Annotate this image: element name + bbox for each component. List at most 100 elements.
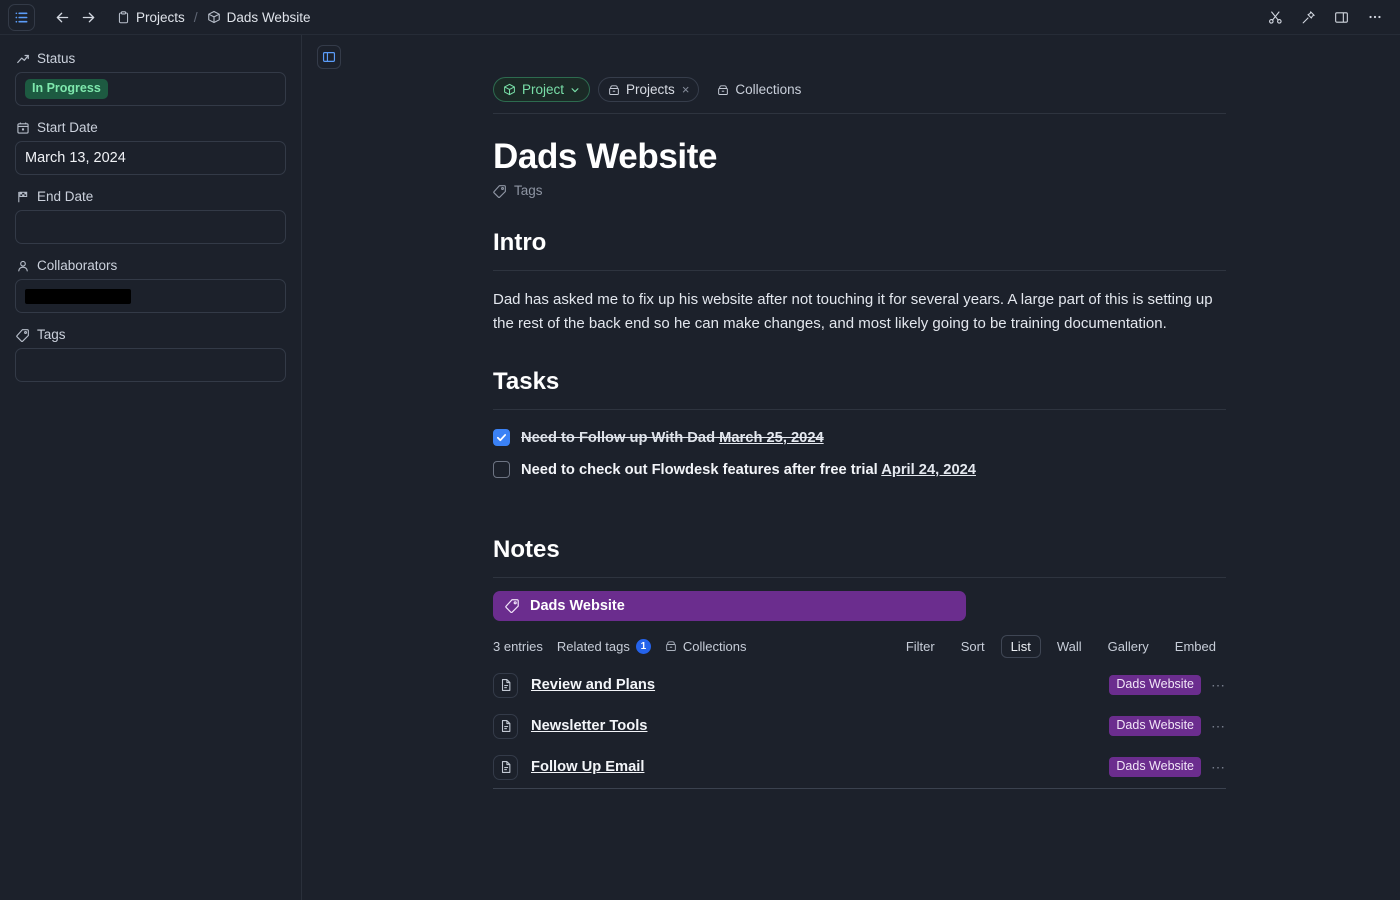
list-item-title[interactable]: Newsletter Tools	[531, 718, 647, 734]
task-item[interactable]: Need to check out Flowdesk features afte…	[493, 454, 1226, 486]
tag-icon	[493, 184, 507, 198]
document: Project Projects × Collections Dads Webs…	[493, 77, 1226, 789]
chip-projects[interactable]: Projects ×	[598, 77, 700, 102]
view-tab-embed[interactable]: Embed	[1165, 635, 1226, 658]
note-banner-label: Dads Website	[530, 597, 625, 614]
chevron-down-icon[interactable]	[570, 85, 580, 95]
task-date[interactable]: April 24, 2024	[881, 462, 976, 478]
collections-button[interactable]: Collections	[665, 638, 747, 654]
collaborators-input[interactable]	[15, 279, 286, 313]
list-item-title[interactable]: Review and Plans	[531, 677, 655, 693]
task-text: Need to check out Flowdesk features afte…	[521, 461, 878, 478]
archive-icon	[665, 640, 677, 652]
archive-icon	[608, 84, 620, 96]
task-date[interactable]: March 25, 2024	[719, 430, 824, 446]
task-list: Need to Follow up With Dad March 25, 202…	[493, 422, 1226, 486]
list-item[interactable]: Follow Up Email Dads Website ⋯	[493, 747, 1226, 788]
arrow-right-icon[interactable]	[75, 4, 101, 30]
view-tab-gallery[interactable]: Gallery	[1098, 635, 1159, 658]
close-icon[interactable]: ×	[682, 82, 690, 97]
section-heading-notes: Notes	[493, 536, 1226, 578]
list-item-title[interactable]: Follow Up Email	[531, 759, 644, 775]
section-heading-tasks: Tasks	[493, 368, 1226, 410]
related-tags-button[interactable]: Related tags 1	[556, 638, 651, 654]
more-horizontal-icon[interactable]: ⋯	[1211, 718, 1226, 735]
checkbox-checked[interactable]	[493, 429, 510, 447]
entry-list: Review and Plans Dads Website ⋯ Newslett…	[493, 665, 1226, 789]
view-tab-list[interactable]: List	[1000, 634, 1041, 658]
field-label: Tags	[15, 327, 286, 342]
field-start-date: Start Date March 13, 2024	[15, 120, 286, 175]
view-tab-wall[interactable]: Wall	[1047, 635, 1092, 658]
top-bar-actions	[1262, 4, 1388, 31]
checkbox-unchecked[interactable]	[493, 461, 510, 479]
pin-icon[interactable]	[1295, 4, 1322, 31]
list-item-tag[interactable]: Dads Website	[1109, 716, 1201, 736]
field-status: Status In Progress	[15, 51, 286, 106]
list-icon[interactable]	[8, 3, 35, 31]
list-item-tag[interactable]: Dads Website	[1109, 675, 1201, 695]
file-text-icon	[493, 672, 518, 698]
box-icon	[503, 83, 516, 96]
field-end-date: End Date	[15, 189, 286, 244]
user-icon	[16, 259, 30, 273]
clipboard-icon	[117, 10, 130, 24]
note-tag-banner[interactable]: Dads Website	[493, 590, 966, 621]
type-chips: Project Projects × Collections	[493, 77, 1226, 114]
field-label: Collaborators	[15, 258, 286, 273]
tag-icon	[505, 598, 520, 614]
task-label: Need to check out Flowdesk features afte…	[521, 462, 976, 478]
task-text: Need to Follow up With Dad	[521, 429, 716, 446]
list-item[interactable]: Review and Plans Dads Website ⋯	[493, 665, 1226, 706]
breadcrumb-item-dads-website[interactable]: Dads Website	[207, 9, 311, 25]
entry-count: 3 entries	[493, 638, 543, 654]
list-item-tag[interactable]: Dads Website	[1109, 757, 1201, 777]
task-item[interactable]: Need to Follow up With Dad March 25, 202…	[493, 422, 1226, 454]
field-label: Status	[15, 51, 286, 66]
panel-left-icon[interactable]	[317, 45, 341, 69]
archive-icon	[717, 84, 729, 96]
breadcrumb: Projects / Dads Website	[117, 9, 310, 25]
task-label: Need to Follow up With Dad March 25, 202…	[521, 430, 824, 446]
chip-project[interactable]: Project	[493, 77, 591, 102]
related-tags-label: Related tags	[556, 638, 630, 654]
tags-input[interactable]	[15, 348, 286, 382]
file-text-icon	[493, 754, 518, 780]
breadcrumb-item-projects[interactable]: Projects	[117, 10, 185, 25]
tags-label: Tags	[514, 183, 543, 198]
section-heading-intro: Intro	[493, 229, 1226, 271]
collections-label: Collections	[682, 638, 747, 654]
more-horizontal-icon[interactable]: ⋯	[1211, 759, 1226, 776]
chip-label: Projects	[626, 82, 675, 97]
status-badge[interactable]: In Progress	[25, 79, 108, 99]
list-toolbar: 3 entries Related tags 1 Collections Fil…	[493, 634, 1226, 658]
intro-paragraph[interactable]: Dad has asked me to fix up his website a…	[493, 288, 1226, 337]
chip-label: Project	[522, 82, 565, 97]
status-input[interactable]: In Progress	[15, 72, 286, 106]
more-horizontal-icon[interactable]: ⋯	[1211, 677, 1226, 694]
breadcrumb-label: Dads Website	[226, 9, 311, 25]
sort-button[interactable]: Sort	[951, 635, 995, 658]
page-title[interactable]: Dads Website	[493, 137, 1226, 177]
tag-icon	[16, 328, 30, 342]
arrow-left-icon[interactable]	[49, 4, 75, 30]
field-label: End Date	[15, 189, 286, 204]
field-tags: Tags	[15, 327, 286, 382]
filter-button[interactable]: Filter	[896, 635, 945, 658]
chip-label: Collections	[735, 82, 802, 97]
panel-right-icon[interactable]	[1328, 4, 1355, 31]
start-date-input[interactable]: March 13, 2024	[15, 141, 286, 175]
end-date-input[interactable]	[15, 210, 286, 244]
box-icon	[207, 10, 221, 24]
scissors-icon[interactable]	[1262, 4, 1289, 31]
field-label: Start Date	[15, 120, 286, 135]
chip-collections[interactable]: Collections	[707, 77, 811, 102]
breadcrumb-label: Projects	[136, 9, 185, 25]
file-text-icon	[493, 713, 518, 739]
more-horizontal-icon[interactable]	[1361, 4, 1388, 31]
start-date-value: March 13, 2024	[25, 150, 126, 166]
field-collaborators: Collaborators	[15, 258, 286, 313]
tags-placeholder[interactable]: Tags	[493, 183, 1226, 198]
trending-up-icon	[16, 52, 30, 66]
list-item[interactable]: Newsletter Tools Dads Website ⋯	[493, 706, 1226, 747]
